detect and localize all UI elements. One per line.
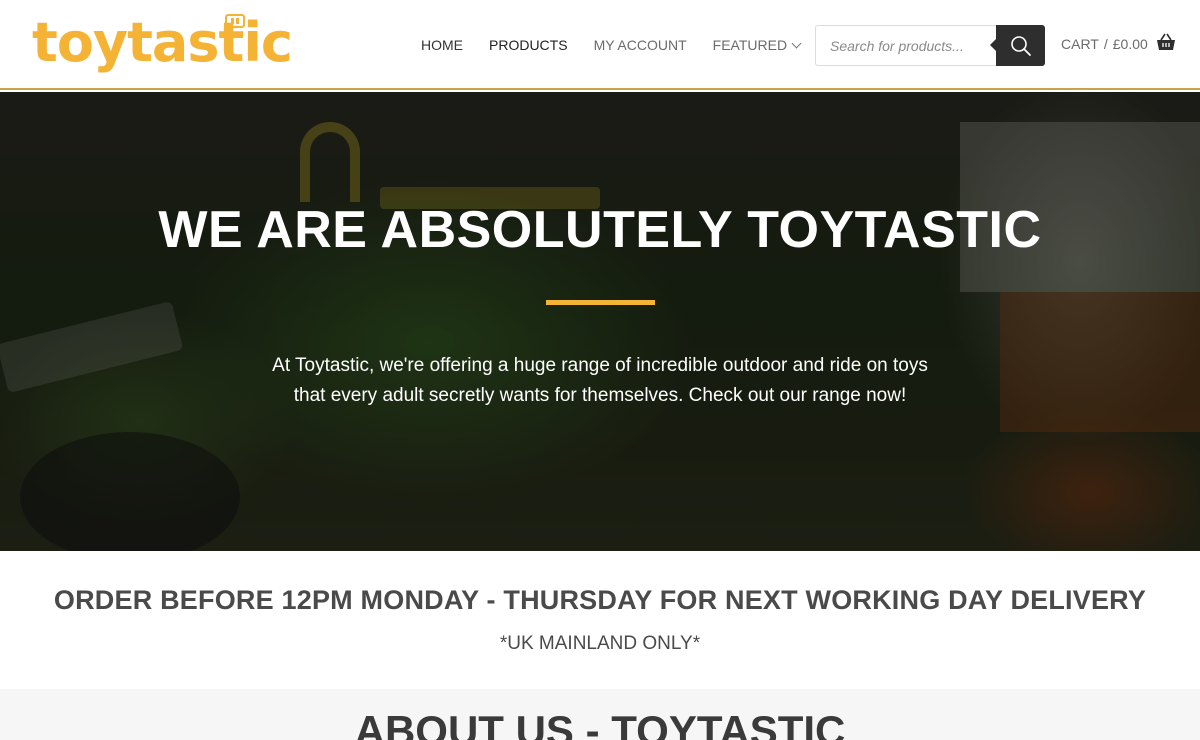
cart-label: CART <box>1061 36 1099 52</box>
product-search <box>815 25 1045 66</box>
site-header: toytastic HOME PRODUCTS MY ACCOUNT FEATU… <box>0 0 1200 90</box>
hero-banner: WE ARE ABSOLUTELY TOYTASTIC At Toytastic… <box>0 92 1200 551</box>
hero-overlay <box>0 92 1200 551</box>
delivery-notice: ORDER BEFORE 12PM MONDAY - THURSDAY FOR … <box>0 551 1200 689</box>
hero-divider <box>546 300 655 305</box>
delivery-notice-main: ORDER BEFORE 12PM MONDAY - THURSDAY FOR … <box>53 585 1147 615</box>
nav-item-home[interactable]: HOME <box>421 36 463 54</box>
nav-item-featured-label: FEATURED <box>712 37 788 53</box>
about-section: ABOUT US - TOYTASTIC <box>0 689 1200 740</box>
search-icon <box>1011 36 1031 56</box>
hero-text: At Toytastic, we're offering a huge rang… <box>272 355 928 406</box>
chevron-down-icon <box>791 38 802 49</box>
nav-item-featured[interactable]: FEATURED <box>712 36 802 54</box>
cart-total: £0.00 <box>1112 36 1148 52</box>
cart-separator: / <box>1103 36 1108 52</box>
cart-link[interactable]: CART / £0.00 <box>1061 33 1176 52</box>
search-input[interactable] <box>815 25 996 66</box>
about-title: ABOUT US - TOYTASTIC <box>354 707 846 740</box>
hero-title: WE ARE ABSOLUTELY TOYTASTIC <box>158 201 1042 259</box>
nav-item-products[interactable]: PRODUCTS <box>489 36 568 54</box>
robot-logo-icon <box>225 14 245 28</box>
site-logo[interactable]: toytastic <box>32 10 293 76</box>
delivery-notice-sub: *UK MAINLAND ONLY* <box>499 633 701 654</box>
main-nav: HOME PRODUCTS MY ACCOUNT FEATURED <box>421 36 826 54</box>
logo-text: toytastic <box>32 11 293 74</box>
nav-item-my-account[interactable]: MY ACCOUNT <box>594 36 687 54</box>
search-button[interactable] <box>990 25 1045 66</box>
basket-icon <box>1156 33 1175 50</box>
